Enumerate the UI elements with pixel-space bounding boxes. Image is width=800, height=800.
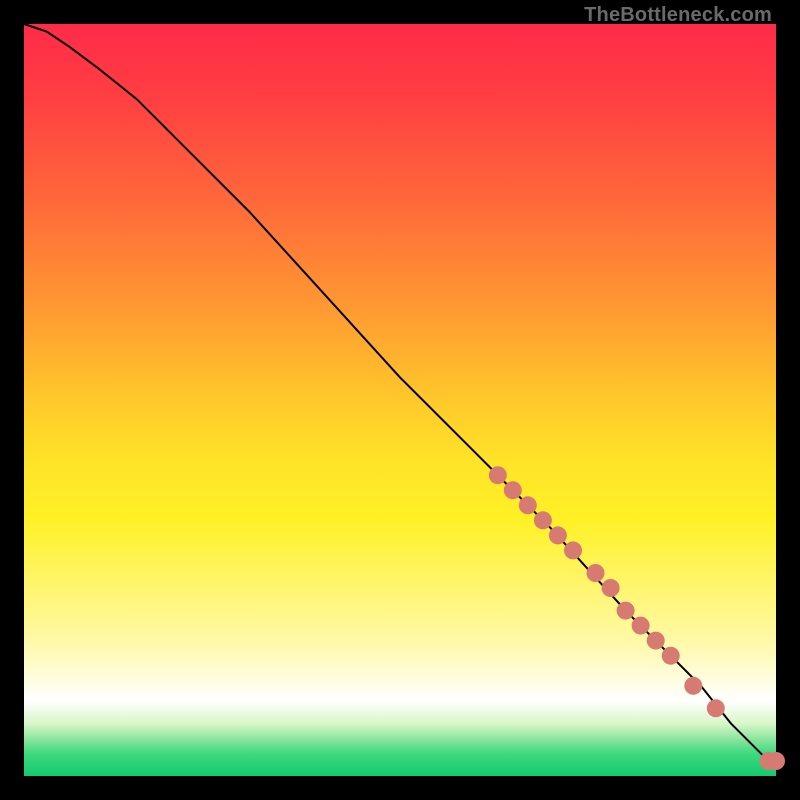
scatter-point	[602, 579, 620, 597]
scatter-point	[534, 511, 552, 529]
chart-svg	[24, 24, 776, 776]
scatter-point	[489, 466, 507, 484]
scatter-point	[662, 647, 680, 665]
scatter-point	[684, 677, 702, 695]
scatter-point	[647, 632, 665, 650]
scatter-point	[707, 699, 725, 717]
scatter-point	[549, 526, 567, 544]
scatter-point	[519, 496, 537, 514]
scatter-point	[504, 481, 522, 499]
plot-area	[24, 24, 776, 776]
scatter-point	[617, 602, 635, 620]
scatter-group	[489, 466, 785, 770]
scatter-point	[587, 564, 605, 582]
scatter-point	[767, 752, 785, 770]
scatter-point	[564, 541, 582, 559]
scatter-point	[632, 617, 650, 635]
curve-line	[24, 24, 776, 761]
chart-stage: TheBottleneck.com	[0, 0, 800, 800]
